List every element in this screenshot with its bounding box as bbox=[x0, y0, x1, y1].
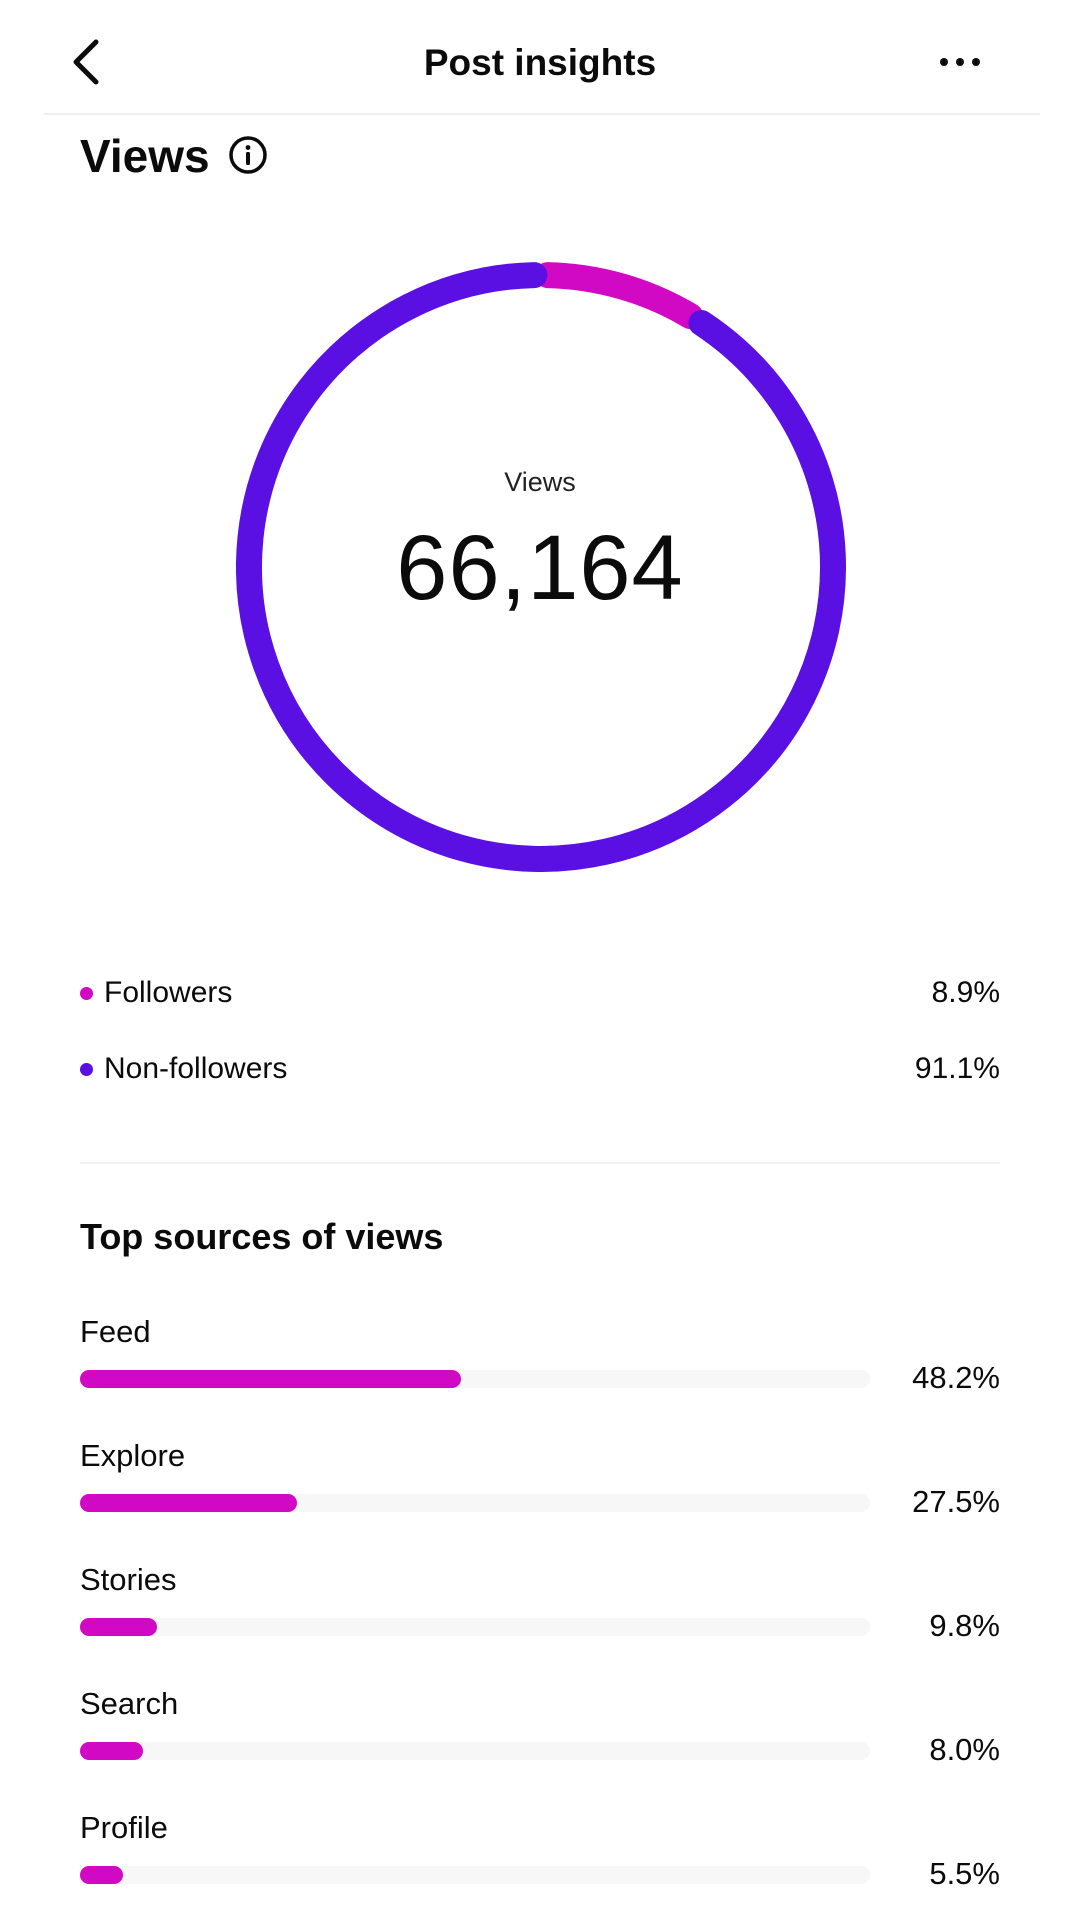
sources-title: Top sources of views bbox=[80, 1216, 444, 1257]
header-divider bbox=[44, 113, 1040, 115]
source-label: Search bbox=[80, 1686, 179, 1721]
donut-center-value: 66,164 bbox=[396, 517, 684, 619]
source-value: 9.8% bbox=[929, 1608, 1000, 1643]
source-bar-track bbox=[80, 1866, 870, 1884]
source-bar-track bbox=[80, 1494, 870, 1512]
source-value: 27.5% bbox=[912, 1484, 1000, 1519]
legend-value: 91.1% bbox=[914, 1052, 1000, 1085]
source-bar-track bbox=[80, 1742, 870, 1760]
page-title: Post insights bbox=[423, 42, 657, 83]
legend-dot bbox=[80, 1063, 93, 1076]
legend-dot bbox=[80, 987, 93, 1000]
source-label: Stories bbox=[80, 1562, 177, 1597]
source-row-search: Search 8.0% bbox=[80, 1682, 1000, 1792]
source-bar-fill bbox=[80, 1370, 461, 1388]
more-options-button[interactable] bbox=[930, 38, 990, 88]
source-bar-track bbox=[80, 1370, 870, 1388]
legend-item-non-followers: Non-followers 91.1% bbox=[80, 1044, 1000, 1094]
source-bar-fill bbox=[80, 1866, 124, 1884]
source-row-explore: Explore 27.5% bbox=[80, 1434, 1000, 1544]
source-bar-track bbox=[80, 1618, 870, 1636]
legend-value: 8.9% bbox=[931, 976, 1000, 1009]
source-row-feed: Feed 48.2% bbox=[80, 1310, 1000, 1420]
donut-center-label: Views bbox=[504, 467, 576, 497]
section-title: Views bbox=[80, 130, 210, 182]
source-label: Profile bbox=[80, 1810, 168, 1845]
more-horizontal-icon bbox=[940, 58, 980, 66]
section-divider bbox=[80, 1162, 1000, 1164]
source-value: 8.0% bbox=[929, 1732, 1000, 1767]
donut-segment-followers bbox=[534, 262, 704, 330]
source-value: 5.5% bbox=[929, 1856, 1000, 1891]
source-bar-fill bbox=[80, 1494, 298, 1512]
source-row-stories: Stories 9.8% bbox=[80, 1558, 1000, 1668]
source-row-profile: Profile 5.5% bbox=[80, 1806, 1000, 1916]
source-value: 48.2% bbox=[912, 1360, 1000, 1395]
legend-label: Non-followers bbox=[104, 1052, 288, 1085]
app-header: Post insights bbox=[0, 0, 1080, 116]
source-bar-fill bbox=[80, 1742, 144, 1760]
source-label: Feed bbox=[80, 1314, 151, 1349]
info-icon[interactable] bbox=[228, 135, 268, 175]
legend-label: Followers bbox=[104, 976, 233, 1009]
source-label: Explore bbox=[80, 1438, 186, 1473]
legend-item-followers: Followers 8.9% bbox=[80, 968, 1000, 1018]
source-bar-fill bbox=[80, 1618, 158, 1636]
